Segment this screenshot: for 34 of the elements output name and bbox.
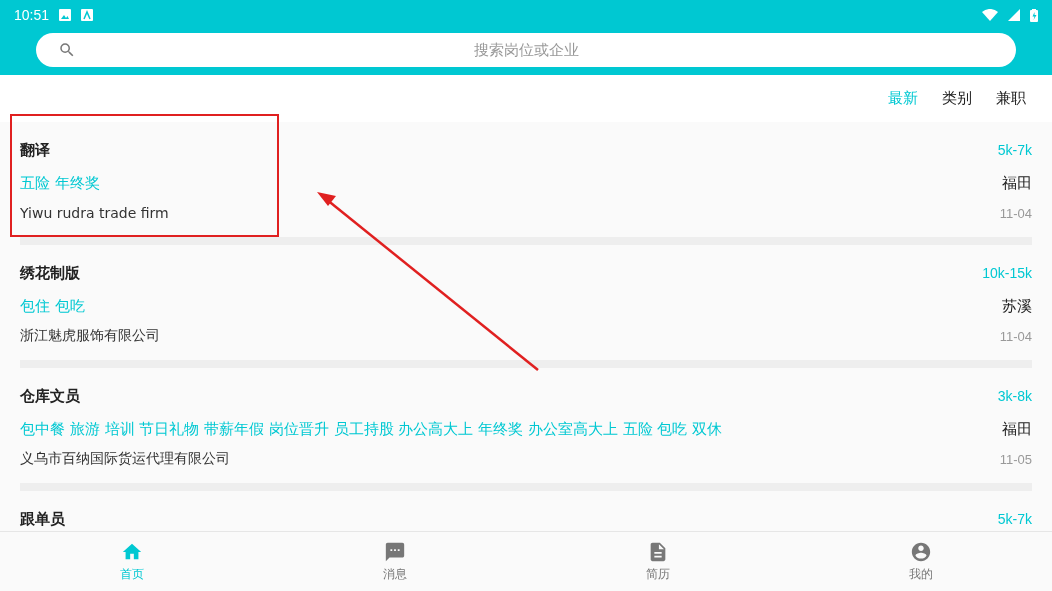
benefit-tags: 五险 年终奖 bbox=[20, 173, 100, 193]
nav-tab[interactable]: 我的 bbox=[789, 532, 1052, 591]
location-text: 福田 bbox=[1002, 173, 1032, 193]
wifi-icon bbox=[982, 9, 998, 21]
job-title[interactable]: 翻译 bbox=[20, 140, 50, 160]
account-icon bbox=[909, 540, 932, 563]
salary-text: 5k-7k bbox=[997, 511, 1032, 527]
battery-icon bbox=[1030, 8, 1038, 22]
nav-tab[interactable]: 简历 bbox=[526, 532, 789, 591]
company-name: 浙江魅虎服饰有限公司 bbox=[20, 327, 160, 345]
date-text: 11-04 bbox=[999, 205, 1032, 221]
job-title[interactable]: 绣花制版 bbox=[20, 263, 80, 283]
salary-text: 3k-8k bbox=[997, 388, 1032, 404]
nav-tab[interactable]: 消息 bbox=[263, 532, 526, 591]
image-icon bbox=[59, 9, 72, 21]
company-name: Yiwu rudra trade firm bbox=[20, 205, 169, 221]
signal-icon bbox=[1008, 9, 1020, 21]
job-title[interactable]: 仓库文员 bbox=[20, 386, 80, 406]
benefit-tags: 包住 包吃 bbox=[20, 296, 85, 316]
date-text: 11-04 bbox=[999, 328, 1032, 344]
date-text: 11-05 bbox=[999, 451, 1032, 467]
chat-icon bbox=[383, 540, 406, 563]
company-name: 义乌市百纳国际货运代理有限公司 bbox=[20, 450, 230, 468]
salary-text: 10k-15k bbox=[982, 265, 1032, 281]
app-icon bbox=[81, 9, 94, 21]
salary-text: 5k-7k bbox=[997, 142, 1032, 158]
search-field[interactable]: 搜索岗位或企业 bbox=[36, 33, 1016, 67]
job-title[interactable]: 跟单员 bbox=[20, 509, 65, 529]
filter-tab[interactable]: 类别 bbox=[940, 87, 974, 110]
filter-tab[interactable]: 兼职 bbox=[994, 87, 1028, 110]
location-text: 苏溪 bbox=[1002, 296, 1032, 316]
location-text: 福田 bbox=[1002, 419, 1032, 439]
status-time: 10:51 bbox=[14, 7, 50, 23]
benefit-tags: 包中餐 旅游 培训 节日礼物 带薪年假 岗位晋升 员工持股 办公高大上 年终奖 办公室高大上 五险 包吃 双休 bbox=[20, 419, 723, 439]
